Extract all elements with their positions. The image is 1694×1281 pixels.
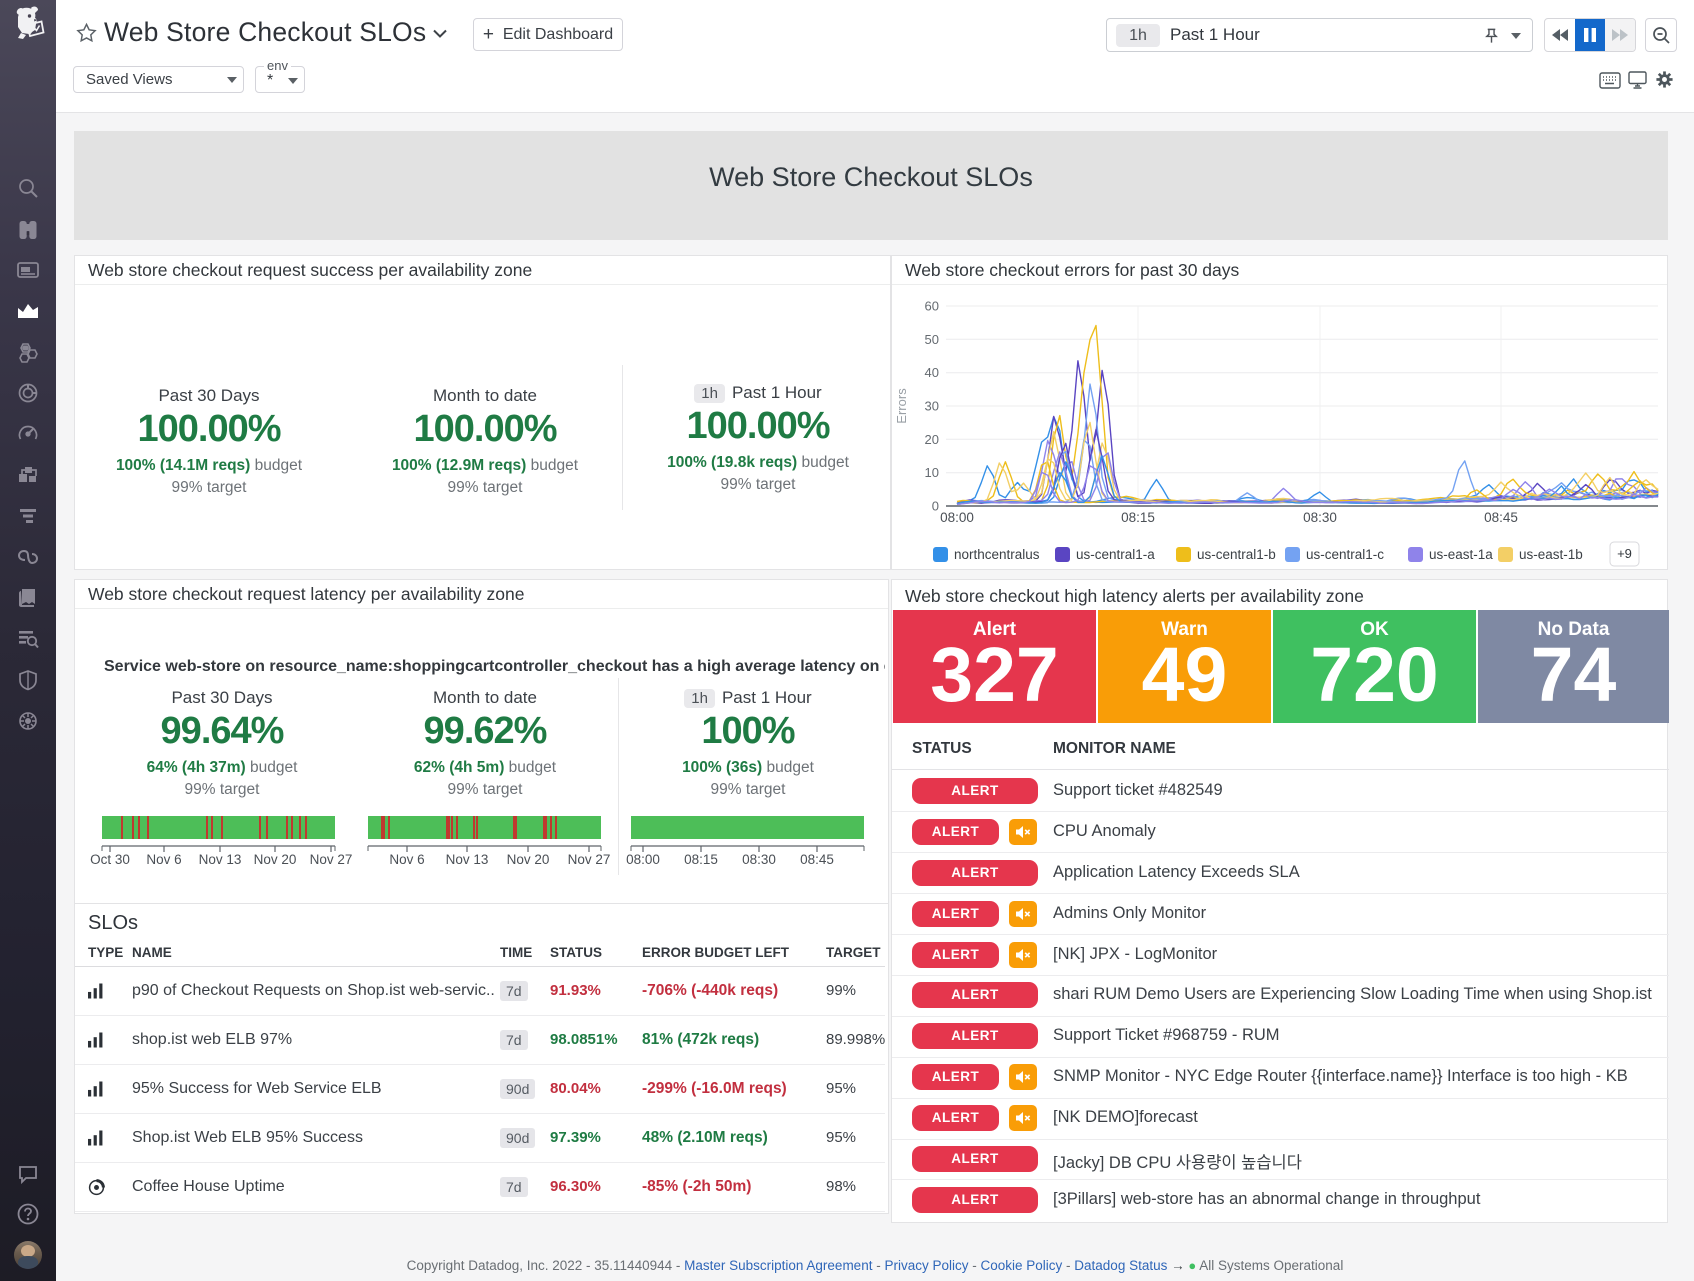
svg-text:30: 30 [925, 399, 939, 414]
svg-text:us-east-1a: us-east-1a [1429, 547, 1493, 562]
svg-text:Nov 20: Nov 20 [507, 852, 550, 867]
svg-text:northcentralus: northcentralus [954, 547, 1040, 562]
svg-text:08:30: 08:30 [742, 852, 776, 867]
svg-text:Errors: Errors [894, 388, 909, 424]
svg-text:Nov 13: Nov 13 [446, 852, 489, 867]
svg-text:us-east-1b: us-east-1b [1519, 547, 1583, 562]
svg-text:Nov 6: Nov 6 [389, 852, 424, 867]
svg-text:Nov 13: Nov 13 [199, 852, 242, 867]
svg-text:08:00: 08:00 [626, 852, 660, 867]
svg-text:Nov 6: Nov 6 [146, 852, 181, 867]
svg-text:50: 50 [925, 332, 939, 347]
svg-text:08:15: 08:15 [684, 852, 718, 867]
svg-text:Nov 20: Nov 20 [254, 852, 297, 867]
svg-text:+9: +9 [1617, 546, 1632, 561]
svg-text:08:45: 08:45 [800, 852, 834, 867]
svg-text:40: 40 [925, 365, 939, 380]
svg-text:us-central1-b: us-central1-b [1197, 547, 1276, 562]
svg-text:us-central1-a: us-central1-a [1076, 547, 1155, 562]
svg-text:60: 60 [925, 299, 939, 314]
svg-text:08:15: 08:15 [1121, 510, 1155, 525]
svg-text:0: 0 [932, 499, 939, 514]
svg-text:08:00: 08:00 [940, 510, 974, 525]
svg-text:20: 20 [925, 432, 939, 447]
svg-text:us-central1-c: us-central1-c [1306, 547, 1384, 562]
svg-text:08:45: 08:45 [1484, 510, 1518, 525]
svg-text:08:30: 08:30 [1303, 510, 1337, 525]
svg-text:10: 10 [925, 465, 939, 480]
svg-text:Oct 30: Oct 30 [90, 852, 130, 867]
svg-text:Nov 27: Nov 27 [310, 852, 353, 867]
svg-text:Nov 27: Nov 27 [568, 852, 611, 867]
